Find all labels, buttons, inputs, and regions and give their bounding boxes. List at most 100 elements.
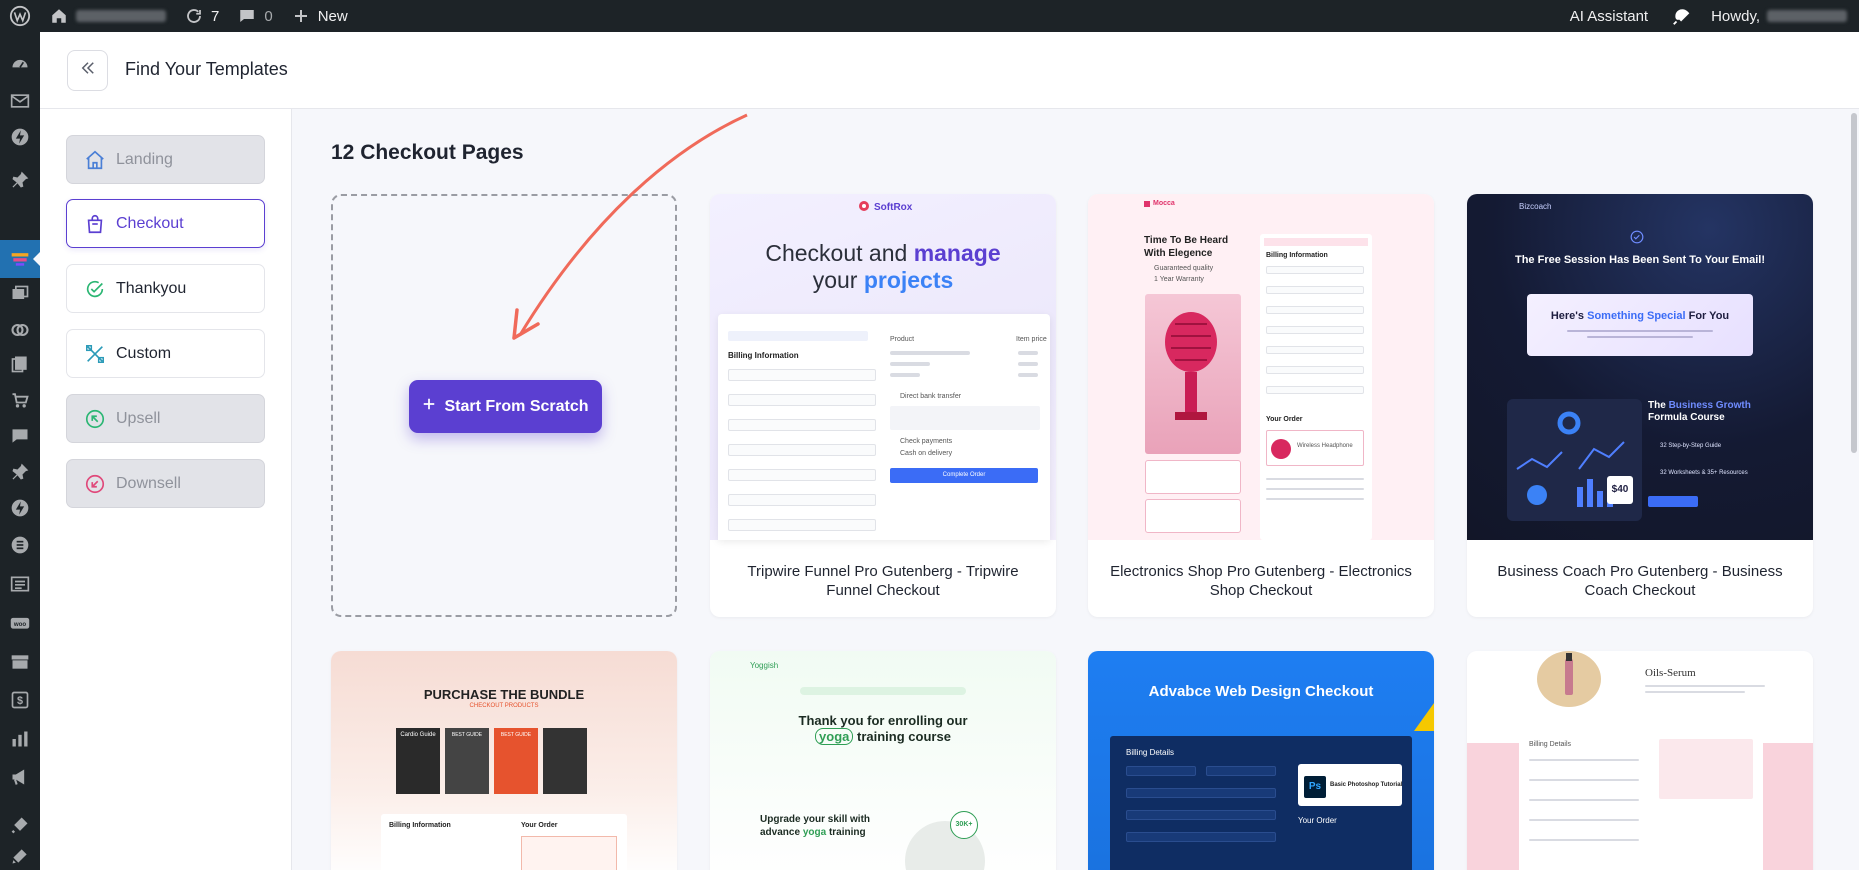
serum-bottle-image <box>1537 651 1601 707</box>
template-card-oils-serum[interactable]: Oils-Serum Billing Details <box>1467 651 1813 870</box>
thumb-sub: CHECKOUT PRODUCTS <box>469 703 539 709</box>
template-card-yoga[interactable]: Yoggish Thank you for enrolling our yoga… <box>710 651 1056 870</box>
site-name-redacted <box>76 10 166 22</box>
template-thumbnail: SoftRox Checkout and manage your project… <box>710 194 1056 540</box>
thumb-headline-c: training course <box>857 729 951 744</box>
template-caption: Business Coach Pro Gutenberg - Business … <box>1497 563 1783 599</box>
sidebar-item-downsell[interactable]: Downsell <box>66 459 265 508</box>
thumb-product: Basic Photoshop Tutorial <box>1330 782 1403 788</box>
sidebar-item-landing[interactable]: Landing <box>66 135 265 184</box>
sidebar-item-label: Landing <box>116 150 173 168</box>
thumb-headline: Advabce Web Design Checkout <box>1148 683 1374 700</box>
template-type-sidebar: Landing Checkout Thankyou Custom Upsell … <box>40 109 292 870</box>
plus-icon <box>291 6 311 26</box>
start-from-scratch-button[interactable]: Start From Scratch <box>409 380 602 433</box>
start-from-scratch-label: Start From Scratch <box>444 397 589 415</box>
thumb-billing: Billing Details <box>1126 748 1175 757</box>
sidebar-item-label: Custom <box>116 344 172 362</box>
comments-menu-icon[interactable] <box>10 426 30 446</box>
sidebar-item-checkout[interactable]: Checkout <box>66 199 265 248</box>
thumb-headline-c: your <box>812 267 858 293</box>
template-card-tripwire[interactable]: SoftRox Checkout and manage your project… <box>710 194 1056 617</box>
marketing-icon[interactable] <box>10 767 30 787</box>
pages-icon[interactable] <box>10 354 30 374</box>
thumb-headline-a: Thank you for enrolling our <box>798 713 968 728</box>
bag-icon <box>84 213 106 235</box>
template-card-electronics[interactable]: Mocca Time To Be Heard With Elegence Gua… <box>1088 194 1434 617</box>
sidebar-item-upsell[interactable]: Upsell <box>66 394 265 443</box>
pin-menu-icon[interactable] <box>10 462 30 482</box>
thumb-badge: 30K+ <box>950 811 978 839</box>
woocommerce-icon[interactable]: woo <box>10 614 30 634</box>
template-card-business-coach[interactable]: Bizcoach The Free Session Has Been Sent … <box>1467 194 1813 617</box>
thumb-book-3: BEST GUIDE <box>494 728 538 794</box>
payments-icon[interactable]: $ <box>10 690 30 710</box>
dashboard-icon[interactable] <box>10 54 30 74</box>
thumb-sub-c: yoga <box>802 827 827 838</box>
template-card-bundle[interactable]: PURCHASE THE BUNDLE CHECKOUT PRODUCTS Ca… <box>331 651 677 870</box>
analytics-icon[interactable] <box>10 729 30 749</box>
appearance-icon[interactable] <box>10 815 30 835</box>
collapse-back-button[interactable] <box>67 50 108 91</box>
thumb-headline: The Free Session Has Been Sent To Your E… <box>1514 254 1765 266</box>
my-account-link[interactable]: Howdy, <box>1702 0 1859 32</box>
thumb-form-title: Billing Information <box>728 351 799 360</box>
thumb-bank-transfer: Direct bank transfer <box>900 393 962 400</box>
elementor-icon[interactable] <box>10 535 30 555</box>
template-caption: Electronics Shop Pro Gutenberg - Electro… <box>1110 563 1412 599</box>
arrow-up-left-circle-icon <box>84 408 106 430</box>
site-name-link[interactable] <box>40 0 175 32</box>
template-thumbnail: Yoggish Thank you for enrolling our yoga… <box>710 651 1056 870</box>
thumb-sub-b: advance <box>760 827 801 838</box>
sidebar-item-label: Downsell <box>116 474 181 492</box>
sidebar-item-thankyou[interactable]: Thankyou <box>66 264 265 313</box>
thumb-course-b: Business Growth <box>1668 400 1751 411</box>
admin-bar: 7 0 New AI Assistant Howdy, <box>0 0 1859 32</box>
tools-menu-icon[interactable] <box>10 846 30 866</box>
bolt-icon[interactable] <box>10 127 30 147</box>
thumb-bullet-2: 1 Year Warranty <box>1154 276 1204 283</box>
template-thumbnail: Oils-Serum Billing Details <box>1467 651 1813 870</box>
integration-icon[interactable] <box>10 320 30 340</box>
comments-link[interactable]: 0 <box>228 0 281 32</box>
ai-assistant-link[interactable]: AI Assistant <box>1561 0 1662 32</box>
template-thumbnail: Bizcoach The Free Session Has Been Sent … <box>1467 194 1813 540</box>
check-circle-icon <box>84 278 106 300</box>
wordpress-logo-icon[interactable] <box>0 0 40 32</box>
template-card-web-design[interactable]: Advabce Web Design Checkout Billing Deta… <box>1088 651 1434 870</box>
media-icon[interactable] <box>10 284 30 304</box>
sidebar-item-label: Checkout <box>116 214 184 232</box>
thumb-order: Your Order <box>1298 816 1337 825</box>
sidebar-item-custom[interactable]: Custom <box>66 329 265 378</box>
thumb-headline: PURCHASE THE BUNDLE <box>423 687 585 702</box>
funnel-plugin-icon[interactable] <box>10 249 30 269</box>
thumb-sub-d: training <box>828 827 866 838</box>
check-circle-icon <box>1630 230 1644 249</box>
thumb-course-c: Formula Course <box>1648 412 1725 423</box>
thumb-order: Your Order <box>521 822 558 829</box>
thumb-book-1: Cardio Guide <box>396 728 440 794</box>
mail-icon[interactable] <box>10 91 30 111</box>
archive-icon[interactable] <box>10 652 30 672</box>
updates-link[interactable]: 7 <box>175 0 228 32</box>
woo-products-icon[interactable] <box>10 390 30 410</box>
thumb-headline-d: projects <box>863 267 954 293</box>
thumb-complete-order: Complete Order <box>890 468 1038 483</box>
thumb-billing: Billing Information <box>389 822 451 829</box>
thumb-bullet-1: Guaranteed quality <box>1154 265 1214 272</box>
templates-header: Find Your Templates <box>40 32 1859 109</box>
thumb-book-2: BEST GUIDE <box>445 728 489 794</box>
thumb-sub-a: Upgrade your skill with <box>760 814 871 825</box>
forms-icon[interactable] <box>10 574 30 594</box>
notification-bell-icon[interactable] <box>1662 0 1702 32</box>
thumb-brand: Yoggish <box>750 661 779 670</box>
pin-icon[interactable] <box>10 170 30 190</box>
username-redacted <box>1767 10 1847 22</box>
bolt-circle-icon[interactable] <box>10 498 30 518</box>
microphone-image <box>1145 294 1241 454</box>
scrollbar-thumb[interactable] <box>1851 113 1857 453</box>
page-scrollbar[interactable] <box>1849 109 1859 870</box>
svg-text:$: $ <box>17 695 23 707</box>
new-content-link[interactable]: New <box>282 0 357 32</box>
thumb-brand: Oils-Serum <box>1645 667 1696 679</box>
